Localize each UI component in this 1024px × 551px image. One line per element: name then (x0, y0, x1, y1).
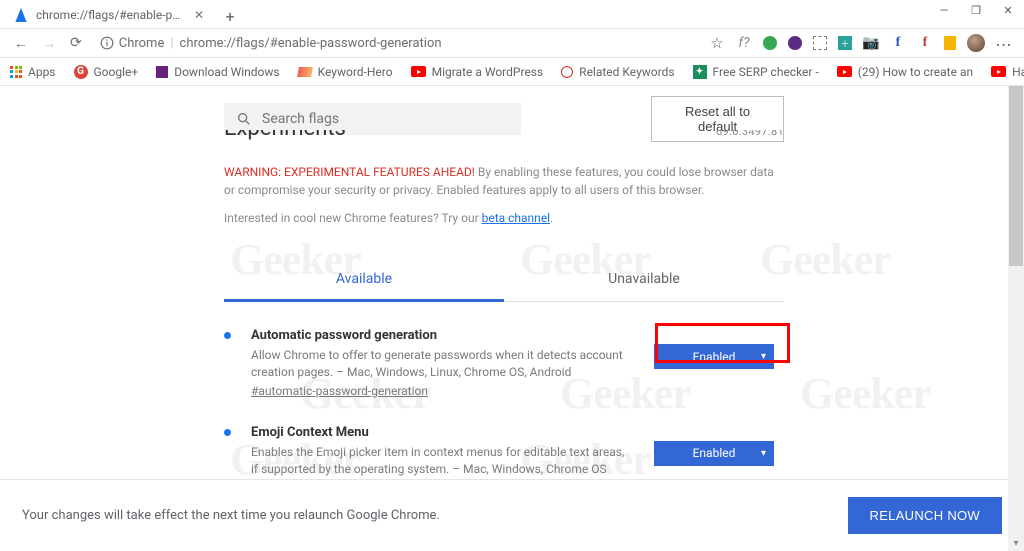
interested-pre: Interested in cool new Chrome features? … (224, 211, 482, 225)
tab-available[interactable]: Available (224, 259, 504, 302)
extension-camera-icon[interactable]: 📷 (863, 35, 879, 51)
extension-icons: ☆ f? ＋ 📷 f f ⋮ (709, 34, 1018, 52)
flag-value-select[interactable]: Enabled (654, 344, 774, 369)
flask-icon (14, 8, 28, 22)
flag-row: Emoji Context Menu Enables the Emoji pic… (224, 425, 784, 479)
bookmark-apps[interactable]: Apps (10, 65, 56, 79)
flags-scroll-area[interactable]: Geeker Geeker Geeker Geeker Geeker Geeke… (0, 86, 1008, 479)
bookmark-hang-ups[interactable]: Hang Ups (Want You (991, 65, 1024, 79)
flag-description: Allow Chrome to offer to generate passwo… (251, 347, 634, 382)
youtube-icon (837, 66, 852, 77)
tab-title: chrome://flags/#enable-passwor (36, 8, 186, 22)
info-icon (100, 36, 114, 50)
bookmark-download-windows[interactable]: Download Windows (156, 65, 279, 79)
forward-button[interactable]: → (42, 35, 56, 52)
new-tab-button[interactable]: + (218, 4, 242, 28)
bookmark-label: Related Keywords (579, 65, 674, 79)
bookmark-related-keywords[interactable]: Related Keywords (561, 65, 674, 79)
relaunch-now-button[interactable]: RELAUNCH NOW (848, 497, 1003, 534)
extension-f-blue[interactable]: f (890, 35, 906, 51)
bookmark-label: Google+ (94, 65, 139, 79)
flag-description: Enables the Emoji picker item in context… (251, 444, 634, 479)
search-placeholder: Search flags (262, 111, 339, 127)
url-text: chrome://flags/#enable-password-generati… (180, 36, 442, 51)
extension-orange-bar[interactable] (944, 36, 956, 50)
google-plus-icon: G (74, 65, 88, 79)
extension-f-question[interactable]: f? (736, 35, 752, 51)
scrollbar-thumb[interactable] (1009, 86, 1023, 266)
vertical-scrollbar[interactable]: ▾ (1008, 86, 1024, 551)
profile-avatar[interactable] (967, 34, 985, 52)
relaunch-bar: Your changes will take effect the next t… (0, 479, 1024, 551)
security-chip[interactable]: Chrome (100, 36, 165, 51)
youtube-icon (411, 66, 426, 77)
bookmark-label: Download Windows (174, 65, 279, 79)
flags-tabs: Available Unavailable (224, 259, 784, 302)
browser-tab[interactable]: chrome://flags/#enable-passwor ✕ (4, 2, 214, 28)
flag-value-select[interactable]: Enabled (654, 441, 774, 466)
omnibox[interactable]: Chrome | chrome://flags/#enable-password… (100, 36, 699, 51)
chrome-version: 69.0.3497.81 (716, 130, 784, 138)
bookmark-free-serp[interactable]: ✦ Free SERP checker - (693, 65, 819, 79)
bookmark-star-icon[interactable]: ☆ (709, 35, 725, 51)
windows-icon (156, 66, 168, 78)
flag-hash-link[interactable]: #automatic-password-generation (251, 384, 428, 398)
bookmark-label: Free SERP checker - (713, 65, 819, 79)
tab-strip: chrome://flags/#enable-passwor ✕ + (0, 0, 1024, 28)
bookmark-google-plus[interactable]: G Google+ (74, 65, 139, 79)
bookmark-label: (29) How to create an (858, 65, 973, 79)
search-icon (236, 111, 252, 127)
warning-text: WARNING: EXPERIMENTAL FEATURES AHEAD! By… (224, 163, 784, 199)
close-window-button[interactable]: ✕ (992, 0, 1024, 20)
flag-title: Automatic password generation (251, 328, 634, 343)
extension-f-red[interactable]: f (917, 35, 933, 51)
scrollbar-down-arrow[interactable]: ▾ (1008, 538, 1024, 549)
flag-row: Automatic password generation Allow Chro… (224, 328, 784, 399)
page-title-row: Experiments 69.0.3497.81 (224, 130, 784, 141)
browser-menu-button[interactable]: ⋮ (996, 35, 1012, 51)
bookmark-label: Keyword-Hero (318, 65, 393, 79)
back-button[interactable]: ← (14, 35, 28, 52)
beta-channel-text: Interested in cool new Chrome features? … (224, 211, 784, 225)
omnibox-divider: | (170, 36, 173, 51)
minimize-button[interactable]: — (928, 0, 960, 20)
extension-dotted-box[interactable] (813, 36, 827, 50)
tab-unavailable[interactable]: Unavailable (504, 259, 784, 301)
reload-button[interactable]: ⟳ (70, 35, 82, 52)
extension-teal-square[interactable]: ＋ (838, 36, 852, 50)
extension-purple-k[interactable] (788, 36, 802, 50)
serp-icon: ✦ (693, 65, 707, 79)
flags-page: Geeker Geeker Geeker Geeker Geeker Geeke… (0, 86, 1024, 551)
browser-toolbar: ← → ⟳ Chrome | chrome://flags/#enable-pa… (0, 28, 1024, 58)
youtube-icon (991, 66, 1006, 77)
warning-label: WARNING: EXPERIMENTAL FEATURES AHEAD! (224, 165, 475, 179)
maximize-button[interactable]: ❐ (960, 0, 992, 20)
flag-bullet-icon (224, 332, 231, 339)
nav-buttons: ← → ⟳ (6, 35, 90, 52)
flag-bullet-icon (224, 429, 231, 436)
extension-green-dot[interactable] (763, 36, 777, 50)
bookmark-howto-create[interactable]: (29) How to create an (837, 65, 973, 79)
bookmark-keyword-hero[interactable]: Keyword-Hero (298, 65, 393, 79)
relaunch-message: Your changes will take effect the next t… (22, 508, 440, 523)
chrome-chip-label: Chrome (119, 36, 165, 51)
close-tab-icon[interactable]: ✕ (194, 8, 204, 22)
bookmark-label: Hang Ups (Want You (1012, 65, 1024, 79)
bookmark-label: Migrate a WordPress (432, 65, 544, 79)
bookmark-label: Apps (28, 65, 56, 79)
window-controls: — ❐ ✕ (928, 0, 1024, 20)
ring-icon (561, 66, 573, 78)
beta-channel-link[interactable]: beta channel (482, 211, 550, 225)
apps-icon (10, 66, 22, 78)
flag-title: Emoji Context Menu (251, 425, 634, 440)
bookmarks-bar: Apps G Google+ Download Windows Keyword-… (0, 58, 1024, 86)
bookmark-migrate-wp[interactable]: Migrate a WordPress (411, 65, 544, 79)
page-title: Experiments (224, 130, 346, 141)
keyword-hero-icon (297, 67, 313, 77)
